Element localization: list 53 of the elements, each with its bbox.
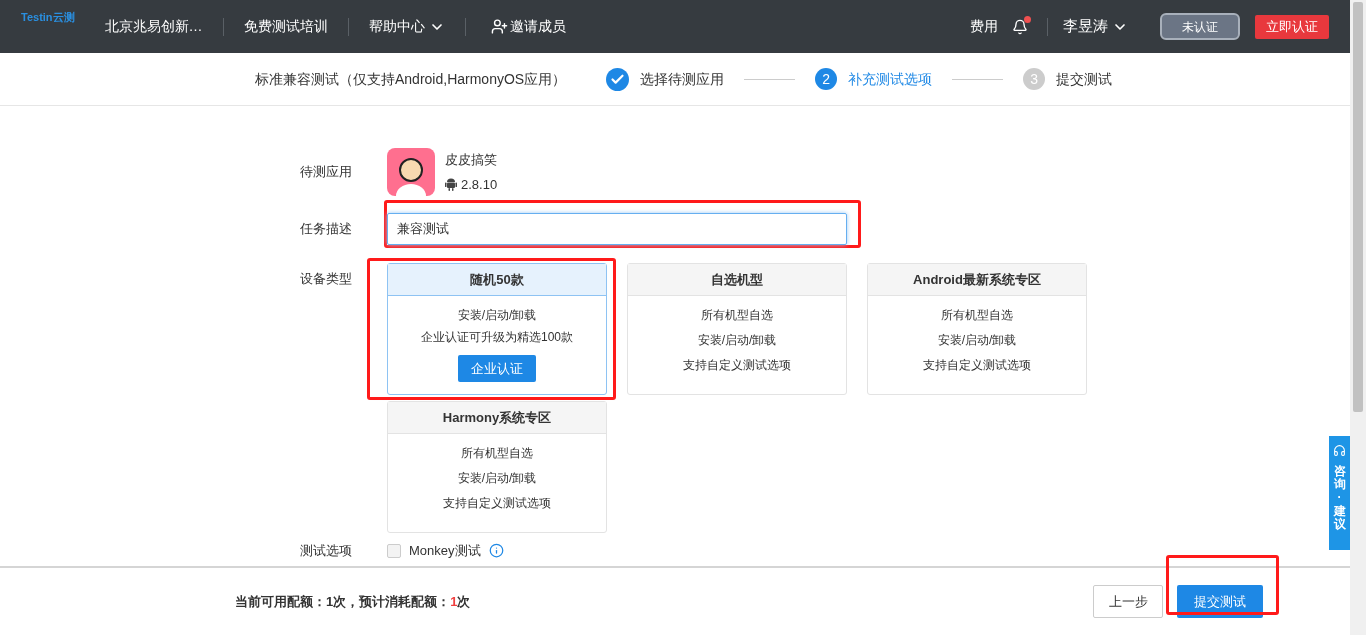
fees-link[interactable]: 费用 [970, 16, 998, 37]
card-feature: 安装/启动/卸载 [457, 307, 537, 324]
option-label: Monkey测试 [409, 542, 481, 560]
device-type-card[interactable]: Harmony系统专区 所有机型自选 安装/启动/卸载 支持自定义测试选项 [387, 401, 607, 533]
card-feature: 支持自定义测试选项 [443, 495, 551, 512]
card-title: Harmony系统专区 [442, 408, 552, 427]
device-type-card[interactable]: Android最新系统专区 所有机型自选 安装/启动/卸载 支持自定义测试选项 [867, 263, 1087, 395]
card-feature: 安装/启动/卸载 [697, 332, 777, 349]
card-feature: 支持自定义测试选项 [683, 357, 791, 374]
field-label: 设备类型 [300, 270, 353, 288]
certify-button[interactable]: 企业认证 [458, 355, 536, 382]
nav-link[interactable]: 北京兆易创新… [84, 16, 223, 37]
card-feature: 所有机型自选 [701, 307, 773, 324]
card-feature: 支持自定义测试选项 [923, 357, 1031, 374]
field-label: 任务描述 [300, 220, 353, 239]
card-title: 随机50款 [470, 270, 524, 289]
card-feature: 安装/启动/卸载 [937, 332, 1017, 349]
certification-badge: 未认证 [1160, 13, 1240, 40]
headset-icon [1333, 444, 1346, 457]
device-type-card[interactable]: 随机50款 安装/启动/卸载 企业认证可升级为精选100款 企业认证 [387, 263, 607, 395]
android-icon [445, 178, 457, 192]
app-version: 2.8.10 [461, 176, 498, 194]
checkbox[interactable] [387, 543, 401, 558]
quota-text: 当前可用配额：1次，预计消耗配额：1次 [235, 592, 471, 611]
card-title: Android最新系统专区 [913, 270, 1041, 289]
step-number: 2 [815, 68, 838, 90]
step-label: 补充测试选项 [848, 69, 933, 89]
step-label: 选择待测应用 [640, 69, 725, 89]
bell-icon [1012, 18, 1028, 35]
app-icon [387, 148, 435, 196]
user-menu[interactable]: 李昱涛 [1063, 15, 1128, 38]
field-label: 测试选项 [300, 542, 353, 560]
info-icon[interactable] [488, 543, 504, 559]
certify-now-button[interactable]: 立即认证 [1255, 14, 1329, 39]
field-label: 待测应用 [300, 163, 353, 182]
card-feature: 所有机型自选 [461, 445, 533, 462]
card-title: 自选机型 [711, 270, 763, 289]
notification-button[interactable] [1012, 18, 1028, 35]
step-label: 提交测试 [1056, 69, 1113, 89]
nav-dropdown[interactable]: 帮助中心 [348, 16, 465, 37]
user-plus-icon [490, 18, 508, 35]
invite-button[interactable]: 邀请成员 [465, 16, 591, 37]
card-feature: 所有机型自选 [941, 307, 1013, 324]
device-type-card[interactable]: 自选机型 所有机型自选 安装/启动/卸载 支持自定义测试选项 [627, 263, 847, 395]
card-feature: 企业认证可升级为精选100款 [421, 329, 573, 346]
previous-button[interactable]: 上一步 [1093, 585, 1163, 618]
submit-button[interactable]: 提交测试 [1177, 585, 1263, 618]
task-description-field[interactable]: 兼容测试 [387, 213, 847, 245]
consult-label: 咨询·建议 [1333, 465, 1346, 531]
app-name: 皮皮搞笑 [445, 150, 498, 169]
nav-link[interactable]: 免费测试培训 [223, 16, 348, 37]
test-type-title: 标准兼容测试（仅支持Android,HarmonyOS应用） [255, 69, 567, 89]
card-feature: 安装/启动/卸载 [457, 470, 537, 487]
